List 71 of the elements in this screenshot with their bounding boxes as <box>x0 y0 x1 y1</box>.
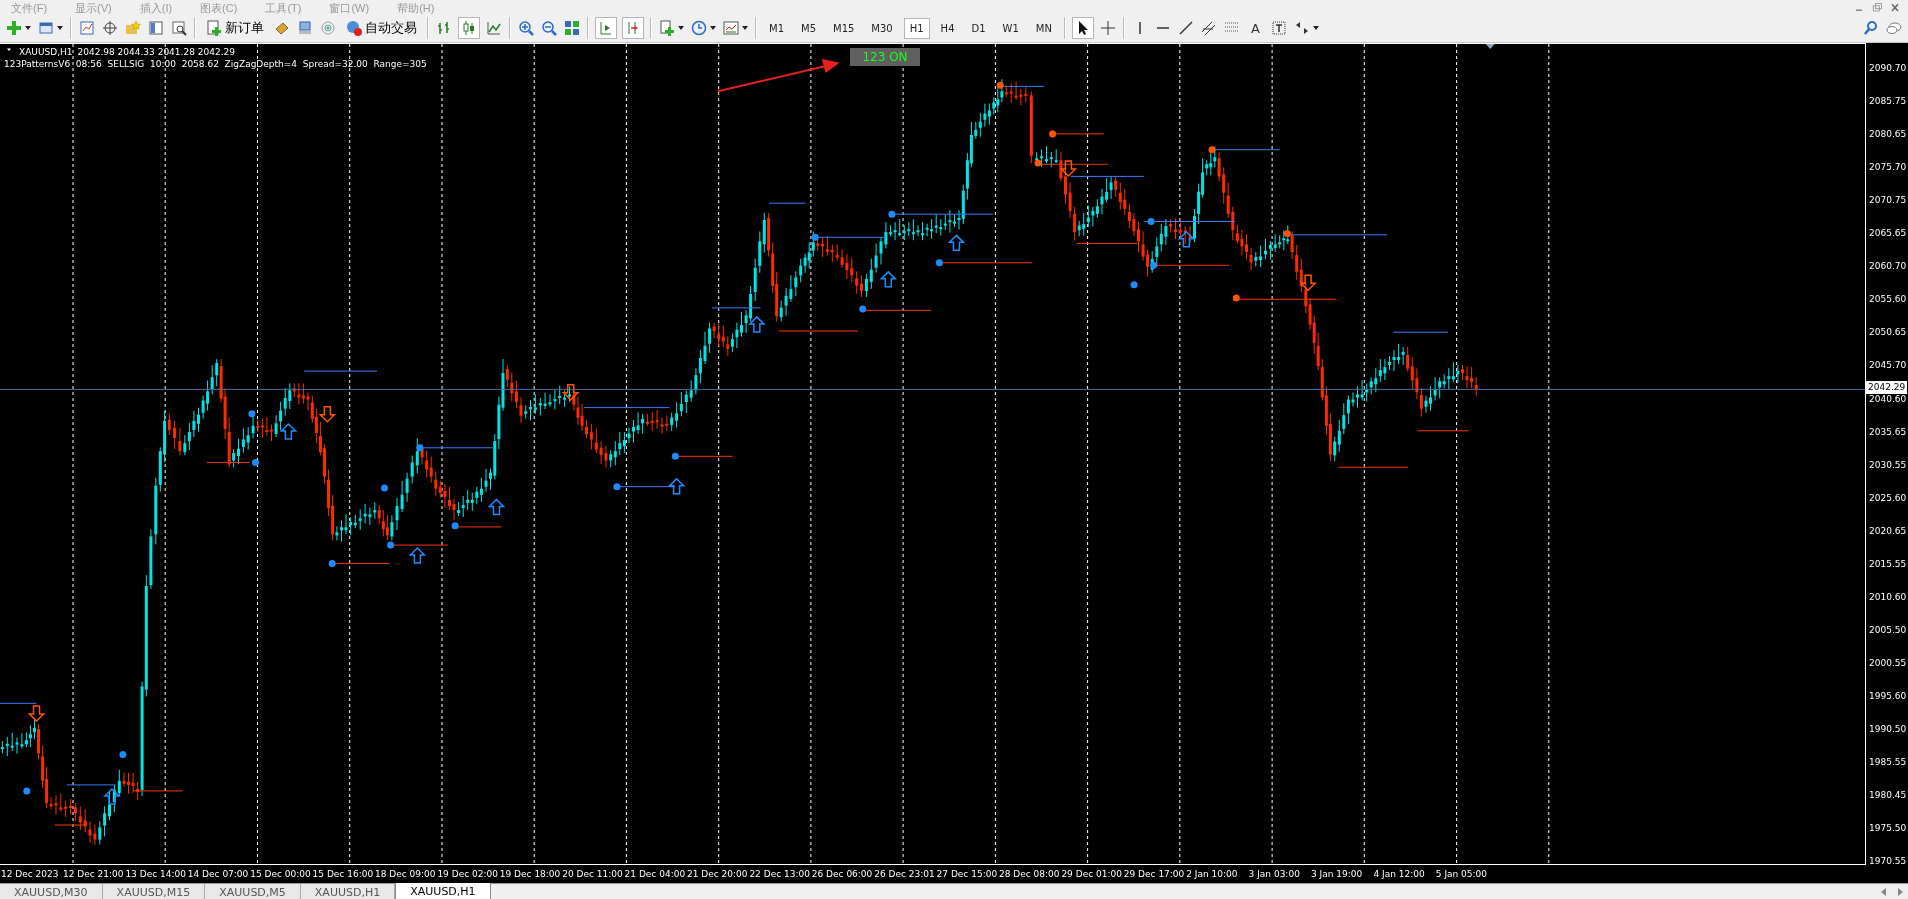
time-label: 27 Dec 15:00 <box>936 868 998 880</box>
price-label: 2000.55 <box>1869 656 1907 670</box>
time-label: 29 Dec 17:00 <box>1123 868 1185 880</box>
time-label: 20 Dec 11:00 <box>562 868 623 880</box>
time-label: 12 Dec 2023 <box>1 868 59 880</box>
time-label: 3 Jan 03:00 <box>1248 868 1300 880</box>
timeframe-button[interactable]: W1 <box>997 18 1024 38</box>
price-label: 2020.65 <box>1869 524 1907 538</box>
price-label: 1985.55 <box>1869 756 1907 769</box>
time-label: 18 Dec 09:00 <box>375 868 436 880</box>
time-label: 19 Dec 18:00 <box>499 868 561 880</box>
price-label: 2010.60 <box>1869 590 1907 604</box>
price-label: 2015.55 <box>1869 557 1907 571</box>
chart-tab[interactable]: XAUUSD,M5 <box>205 884 301 899</box>
price-label: 2085.75 <box>1869 95 1907 108</box>
price-label: 2025.60 <box>1869 491 1907 505</box>
time-label: 15 Dec 16:00 <box>312 868 374 880</box>
time-label: 26 Dec 06:00 <box>811 868 873 880</box>
chart-tab[interactable]: XAUUSD,H1 <box>395 883 491 899</box>
timeframe-button[interactable]: H1 <box>904 18 929 38</box>
current-price-label: 2042.29 <box>1866 381 1908 394</box>
price-label: 2005.50 <box>1869 623 1907 637</box>
price-label: 2075.70 <box>1869 161 1907 175</box>
time-label: 29 Dec 01:00 <box>1061 868 1122 880</box>
timeframe-button[interactable]: M1 <box>764 18 789 38</box>
price-label: 2045.70 <box>1869 359 1907 373</box>
price-label: 2070.75 <box>1869 194 1907 208</box>
ohlc-values: 2042.98 2044.33 2041.28 2042.29 <box>77 46 235 58</box>
time-label: 13 Dec 14:00 <box>125 868 186 880</box>
time-label: 15 Dec 00:00 <box>250 868 311 880</box>
timeframe-button[interactable]: D1 <box>966 18 991 38</box>
auto-trading-button[interactable]: 自动交易 <box>343 17 420 39</box>
time-label: 26 Dec 23:01 <box>874 868 935 880</box>
time-label: 2 Jan 10:00 <box>1186 868 1238 880</box>
time-label: 12 Dec 21:00 <box>63 868 124 880</box>
toggle-button[interactable]: 123 ON <box>850 48 920 66</box>
price-label: 1980.45 <box>1869 789 1907 803</box>
price-label: 2040.60 <box>1869 392 1907 406</box>
time-label: 5 Jan 05:00 <box>1435 868 1488 880</box>
time-label: 28 Dec 08:00 <box>999 868 1060 880</box>
price-label: 1990.50 <box>1869 723 1907 736</box>
new-order-button[interactable]: 新订单 <box>203 17 267 39</box>
time-label: 3 Jan 19:00 <box>1311 868 1363 880</box>
price-label: 2030.55 <box>1869 458 1907 472</box>
time-label: 14 Dec 07:00 <box>187 868 249 880</box>
timeframe-button[interactable]: H4 <box>935 18 960 38</box>
time-label: 22 Dec 13:00 <box>749 868 810 880</box>
price-label: 1975.50 <box>1869 822 1907 836</box>
price-label: 1970.55 <box>1869 855 1907 869</box>
price-label: 2055.60 <box>1869 293 1907 307</box>
price-label: 2050.65 <box>1869 326 1907 340</box>
indicator-info: 123PatternsV6 08:56 SELLSIG 10:00 2058.62 ZigZagDepth=4 Spread=32.00 Range=305 <box>4 58 427 70</box>
price-label: 1995.60 <box>1869 689 1907 703</box>
symbol-label: XAUUSD,H1 <box>19 46 73 58</box>
timeframe-button[interactable]: M15 <box>828 18 860 38</box>
price-label: 2060.70 <box>1869 260 1907 274</box>
timeframe-button[interactable]: MN <box>1030 18 1057 38</box>
time-label: 21 Dec 20:00 <box>687 868 748 880</box>
text-tool-button[interactable]: A <box>1246 20 1264 36</box>
chart-tab[interactable]: XAUUSD,H1 <box>300 884 396 899</box>
price-label: 2080.65 <box>1869 128 1907 142</box>
price-label: 2065.65 <box>1869 227 1907 241</box>
price-label: 2090.70 <box>1869 62 1907 75</box>
timeframe-button[interactable]: M5 <box>796 18 821 38</box>
chart-tab[interactable]: XAUUSD,M30 <box>0 884 103 899</box>
time-label: 4 Jan 12:00 <box>1373 868 1425 880</box>
time-label: 19 Dec 02:00 <box>437 868 498 880</box>
time-label: 21 Dec 04:00 <box>624 868 686 880</box>
price-label: 2035.65 <box>1869 425 1907 439</box>
timeframe-button[interactable]: M30 <box>866 18 898 38</box>
chart-tab[interactable]: XAUUSD,M15 <box>102 884 206 899</box>
